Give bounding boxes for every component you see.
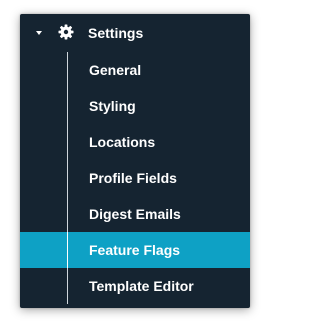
settings-group-header[interactable]: Settings — [20, 14, 250, 52]
menu-item-digest-emails[interactable]: Digest Emails — [20, 196, 250, 232]
menu-item-styling[interactable]: Styling — [20, 88, 250, 124]
gear-icon — [58, 24, 74, 40]
settings-submenu: General Styling Locations Profile Fields… — [20, 52, 250, 304]
menu-item-locations[interactable]: Locations — [20, 124, 250, 160]
settings-menu: Settings General Styling Locations Profi… — [20, 14, 250, 308]
menu-item-label: Template Editor — [89, 278, 194, 294]
menu-item-feature-flags[interactable]: Feature Flags — [20, 232, 250, 268]
menu-item-label: Digest Emails — [89, 206, 181, 222]
menu-item-profile-fields[interactable]: Profile Fields — [20, 160, 250, 196]
settings-title: Settings — [88, 25, 144, 41]
menu-item-label: General — [89, 62, 142, 78]
menu-item-label: Styling — [89, 98, 136, 114]
menu-item-template-editor[interactable]: Template Editor — [20, 268, 250, 304]
menu-item-label: Locations — [89, 134, 156, 150]
menu-item-general[interactable]: General — [20, 52, 250, 88]
menu-item-label: Feature Flags — [89, 242, 181, 258]
menu-item-label: Profile Fields — [89, 170, 177, 186]
caret-down-icon[interactable] — [36, 31, 42, 35]
